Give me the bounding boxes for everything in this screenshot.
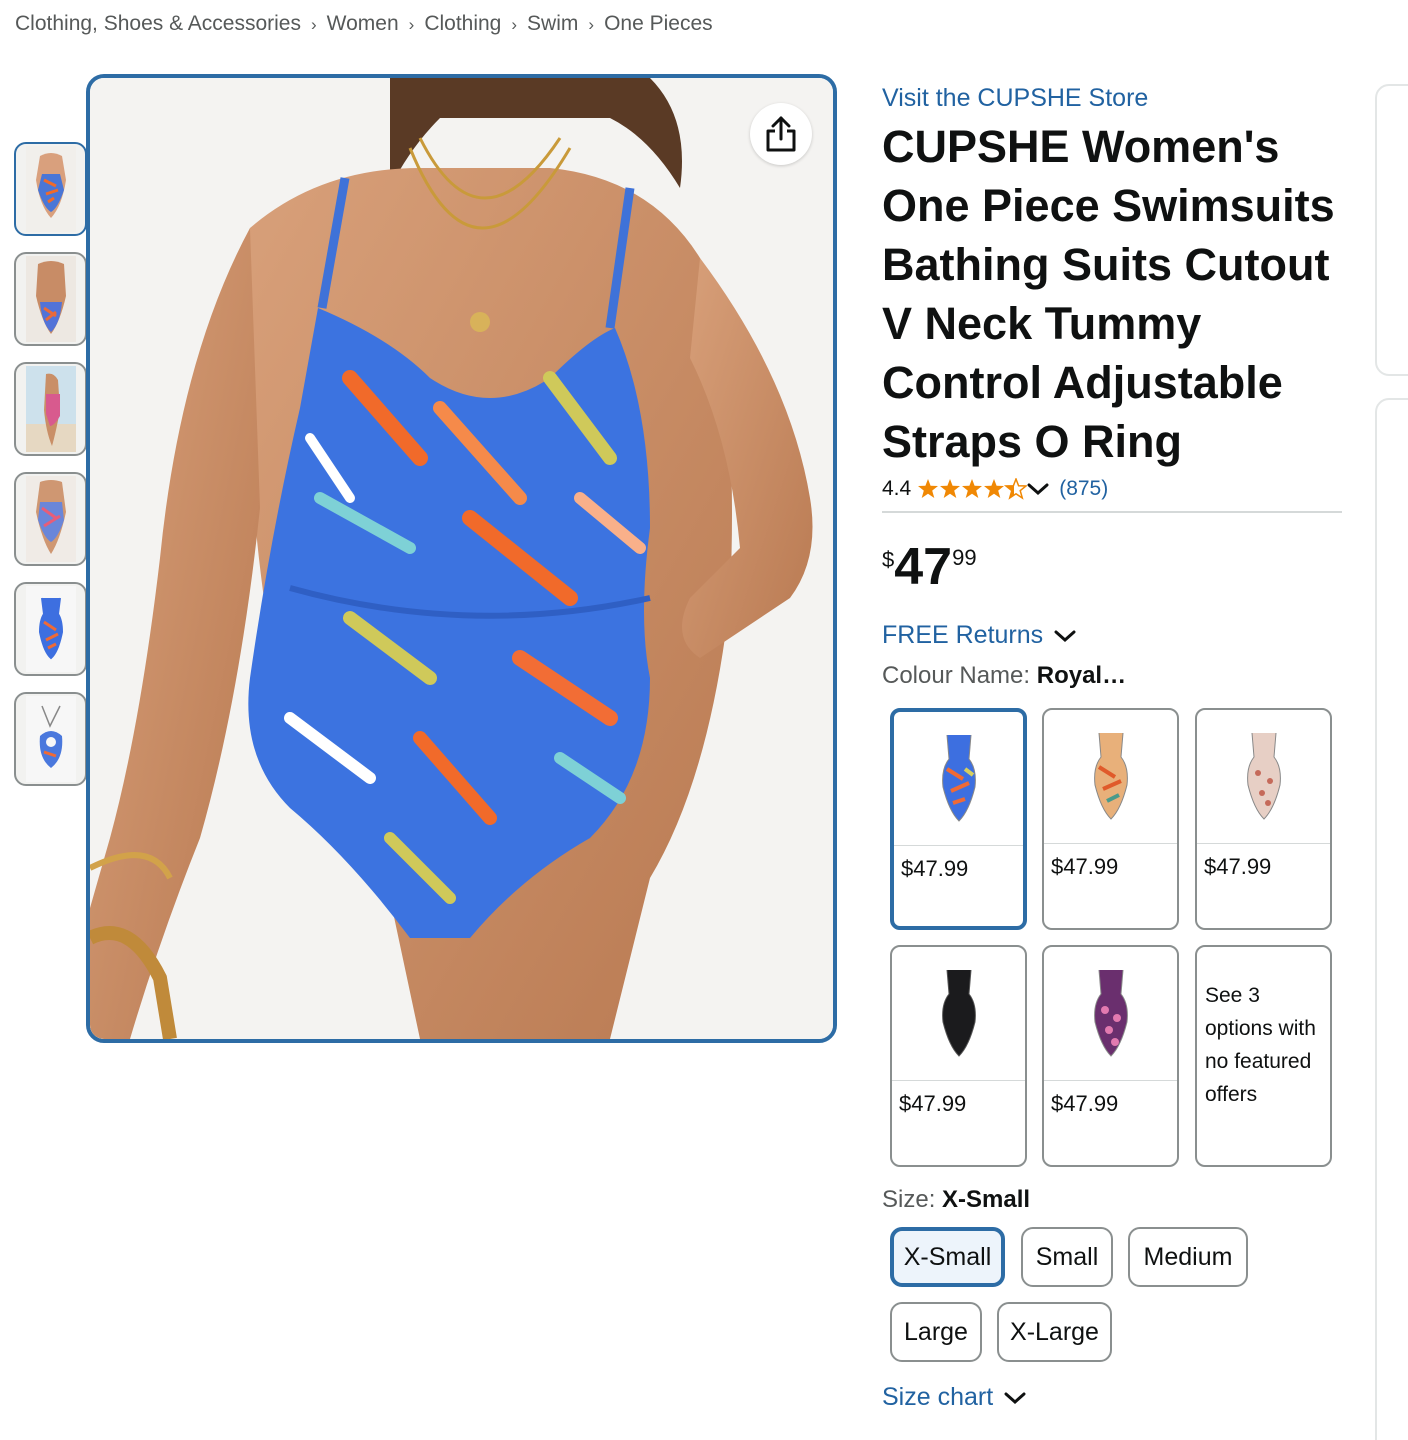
chevron-down-icon [1054,630,1076,642]
colour-swatch-5[interactable]: $47.99 [1042,945,1179,1167]
swimsuit-swatch-image [1246,732,1281,820]
breadcrumb-item-clothing[interactable]: Clothing [424,12,501,35]
store-link[interactable]: Visit the CUPSHE Store [882,84,1352,113]
chevron-down-icon[interactable] [1027,482,1049,496]
thumbnail-strip [14,142,88,802]
rating-value: 4.4 [882,477,912,500]
breadcrumb-item-one-pieces[interactable]: One Pieces [604,12,713,35]
swimsuit-beach-thumbnail-image [25,366,76,452]
swatch-price: $47.99 [901,856,969,881]
rating-stars[interactable] [917,478,1049,500]
price-whole: 47 [894,538,953,596]
size-selected-value: X-Small [942,1186,1031,1213]
swimsuit-swatch-image [1093,732,1128,820]
swatch-price: $47.99 [1204,854,1272,879]
thumbnail-6[interactable] [14,692,87,786]
breadcrumb-item-clothing-shoes-accessories[interactable]: Clothing, Shoes & Accessories [15,12,301,35]
breadcrumb-separator: › [588,15,595,34]
size-option-x-large[interactable]: X-Large [997,1302,1112,1362]
share-button[interactable] [750,103,812,165]
swimsuit-side-thumbnail-image [25,476,76,562]
swimsuit-flat-thumbnail-image [25,586,76,672]
buy-box-card [1375,398,1408,1440]
breadcrumb-item-swim[interactable]: Swim [527,12,578,35]
size-option-small[interactable]: Small [1021,1227,1113,1287]
rating-count-link[interactable]: (875) [1059,477,1108,501]
swimsuit-thumbnail-image [25,146,76,232]
size-option-x-small[interactable]: X-Small [890,1227,1005,1287]
size-chart-link[interactable]: Size chart [882,1383,1027,1412]
breadcrumb-separator: › [408,15,415,34]
star-rating-icon [918,478,1028,500]
thumbnail-5[interactable] [14,582,87,676]
swatch-price: $47.99 [1051,1091,1119,1116]
colour-name-row: Colour Name: Royal… [882,662,1352,690]
thumbnail-1[interactable] [14,142,87,236]
colour-swatch-royal[interactable]: $47.99 [890,708,1027,930]
size-option-medium[interactable]: Medium [1128,1227,1248,1287]
rating-row: 4.4 (875) [882,477,1342,513]
breadcrumb-separator: › [511,15,518,34]
thumbnail-2[interactable] [14,252,87,346]
share-icon [766,116,796,152]
product-title: CUPSHE Women's One Piece Swimsuits Bathi… [882,121,1335,467]
price-symbol: $ [882,547,895,572]
swimsuit-model-image [90,78,833,1039]
free-returns-label: FREE Returns [882,621,1044,649]
colour-swatch-3[interactable]: $47.99 [1195,708,1332,930]
size-label: Size: [882,1186,936,1213]
swatch-image [892,947,1025,1081]
buy-box-card [1375,84,1408,376]
size-option-large[interactable]: Large [890,1302,982,1362]
product-info: Visit the CUPSHE Store CUPSHE Women's On… [882,84,1352,690]
colour-swatch-4[interactable]: $47.99 [890,945,1027,1167]
swimsuit-flat-back-thumbnail-image [25,696,76,782]
swatch-price: $47.99 [899,1091,967,1116]
colour-name-label: Colour Name: [882,662,1031,689]
swatch-price: $47.99 [1051,854,1119,879]
swimsuit-swatch-image [941,734,976,822]
see-more-options-button[interactable]: See 3 options with no featured offers [1195,945,1332,1167]
swimsuit-swatch-image [941,969,976,1057]
colour-swatch-2[interactable]: $47.99 [1042,708,1179,930]
colour-name-value: Royal… [1036,662,1127,689]
swatch-image [1197,710,1330,844]
breadcrumb-item-women[interactable]: Women [327,12,399,35]
thumbnail-3[interactable] [14,362,87,456]
swatch-image [894,712,1023,846]
swimsuit-back-thumbnail-image [25,256,76,342]
size-chart-label: Size chart [882,1383,994,1411]
chevron-down-icon [1004,1392,1026,1404]
swimsuit-swatch-image [1093,969,1128,1057]
main-product-image[interactable] [86,74,837,1043]
breadcrumb: Clothing, Shoes & Accessories › Women › Clot… [15,12,713,36]
size-row: Size: X-Small [882,1186,1030,1214]
price-fraction: 99 [952,545,977,570]
breadcrumb-separator: › [310,15,317,34]
price: $ 47 99 [882,541,1352,593]
swatch-image [1044,947,1177,1081]
free-returns-link[interactable]: FREE Returns [882,621,1352,650]
thumbnail-4[interactable] [14,472,87,566]
swatch-image [1044,710,1177,844]
